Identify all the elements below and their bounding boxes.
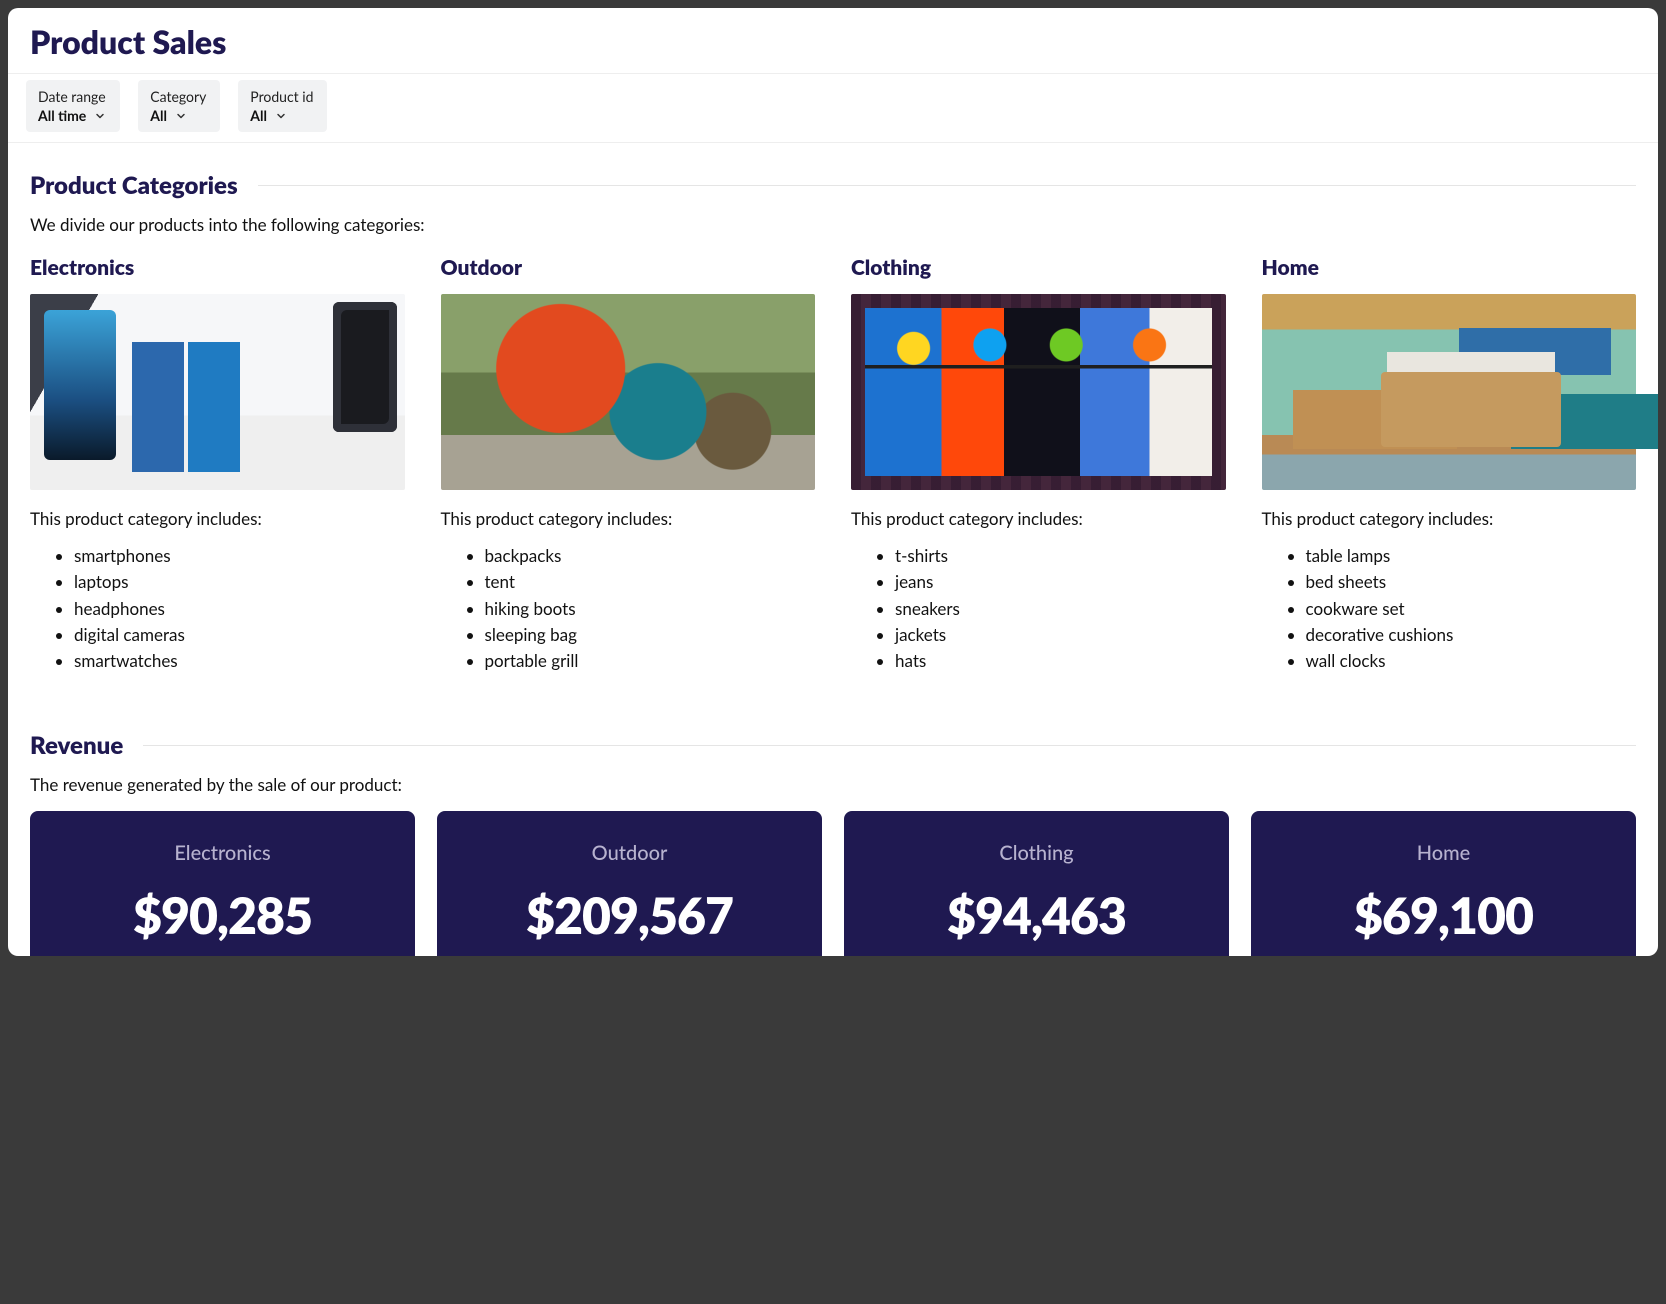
category-image bbox=[441, 294, 816, 490]
list-item: table lamps bbox=[1306, 543, 1637, 569]
revenue-value: $209,567 bbox=[447, 885, 812, 945]
filter-value: All bbox=[250, 107, 267, 124]
category-list: smartphoneslaptopsheadphonesdigital came… bbox=[30, 543, 405, 675]
revenue-card-home: Home $69,100 bbox=[1251, 811, 1636, 956]
titlebar: Product Sales bbox=[8, 8, 1658, 73]
revenue-label: Outdoor bbox=[447, 841, 812, 865]
category-grid: Electronics This product category include… bbox=[30, 255, 1636, 675]
revenue-label: Home bbox=[1261, 841, 1626, 865]
filter-label: Category bbox=[150, 88, 206, 105]
filter-bar: Date range All time Category All Product id A… bbox=[8, 73, 1658, 143]
revenue-grid: Electronics $90,285 Outdoor $209,567 Clothin… bbox=[30, 811, 1636, 956]
category-title: Home bbox=[1262, 255, 1637, 280]
category-clothing: Clothing This product category includes: t… bbox=[851, 255, 1226, 675]
content: Product Categories We divide our product… bbox=[8, 143, 1658, 956]
list-item: jackets bbox=[895, 622, 1226, 648]
category-image bbox=[851, 294, 1226, 490]
list-item: t-shirts bbox=[895, 543, 1226, 569]
section-subtitle-revenue: The revenue generated by the sale of our… bbox=[30, 774, 1636, 795]
filter-label: Date range bbox=[38, 88, 106, 105]
chevron-down-icon bbox=[175, 110, 187, 122]
revenue-value: $94,463 bbox=[854, 885, 1219, 945]
divider bbox=[258, 185, 1636, 186]
category-description: This product category includes: bbox=[441, 508, 816, 529]
divider bbox=[143, 745, 1636, 746]
section-head-categories: Product Categories bbox=[30, 171, 1636, 200]
category-title: Outdoor bbox=[441, 255, 816, 280]
category-outdoor: Outdoor This product category includes: ba… bbox=[441, 255, 816, 675]
list-item: smartwatches bbox=[74, 648, 405, 674]
section-title-categories: Product Categories bbox=[30, 171, 238, 200]
list-item: portable grill bbox=[485, 648, 816, 674]
category-list: table lampsbed sheetscookware setdecorat… bbox=[1262, 543, 1637, 675]
app-window: Product Sales Date range All time Category… bbox=[8, 8, 1658, 956]
revenue-label: Clothing bbox=[854, 841, 1219, 865]
section-subtitle-categories: We divide our products into the followin… bbox=[30, 214, 1636, 235]
category-image bbox=[30, 294, 405, 490]
category-description: This product category includes: bbox=[30, 508, 405, 529]
list-item: hiking boots bbox=[485, 596, 816, 622]
filter-value: All bbox=[150, 107, 167, 124]
list-item: cookware set bbox=[1306, 596, 1637, 622]
page-title: Product Sales bbox=[30, 22, 1636, 61]
category-list: t-shirtsjeanssneakersjacketshats bbox=[851, 543, 1226, 675]
filter-date-range[interactable]: Date range All time bbox=[26, 80, 120, 132]
filter-label: Product id bbox=[250, 88, 313, 105]
list-item: sneakers bbox=[895, 596, 1226, 622]
filter-value: All time bbox=[38, 107, 86, 124]
section-head-revenue: Revenue bbox=[30, 731, 1636, 760]
category-list: backpackstenthiking bootssleeping bagpor… bbox=[441, 543, 816, 675]
section-title-revenue: Revenue bbox=[30, 731, 123, 760]
revenue-value: $69,100 bbox=[1261, 885, 1626, 945]
revenue-card-outdoor: Outdoor $209,567 bbox=[437, 811, 822, 956]
category-title: Electronics bbox=[30, 255, 405, 280]
category-image bbox=[1262, 294, 1637, 490]
list-item: sleeping bag bbox=[485, 622, 816, 648]
list-item: tent bbox=[485, 569, 816, 595]
filter-category[interactable]: Category All bbox=[138, 80, 220, 132]
list-item: backpacks bbox=[485, 543, 816, 569]
list-item: headphones bbox=[74, 596, 405, 622]
chevron-down-icon bbox=[275, 110, 287, 122]
list-item: decorative cushions bbox=[1306, 622, 1637, 648]
revenue-value: $90,285 bbox=[40, 885, 405, 945]
list-item: bed sheets bbox=[1306, 569, 1637, 595]
list-item: laptops bbox=[74, 569, 405, 595]
category-title: Clothing bbox=[851, 255, 1226, 280]
list-item: digital cameras bbox=[74, 622, 405, 648]
filter-product-id[interactable]: Product id All bbox=[238, 80, 327, 132]
revenue-card-electronics: Electronics $90,285 bbox=[30, 811, 415, 956]
category-description: This product category includes: bbox=[1262, 508, 1637, 529]
chevron-down-icon bbox=[94, 110, 106, 122]
list-item: wall clocks bbox=[1306, 648, 1637, 674]
list-item: hats bbox=[895, 648, 1226, 674]
category-home: Home This product category includes: table… bbox=[1262, 255, 1637, 675]
category-electronics: Electronics This product category include… bbox=[30, 255, 405, 675]
category-description: This product category includes: bbox=[851, 508, 1226, 529]
list-item: smartphones bbox=[74, 543, 405, 569]
list-item: jeans bbox=[895, 569, 1226, 595]
revenue-label: Electronics bbox=[40, 841, 405, 865]
revenue-card-clothing: Clothing $94,463 bbox=[844, 811, 1229, 956]
